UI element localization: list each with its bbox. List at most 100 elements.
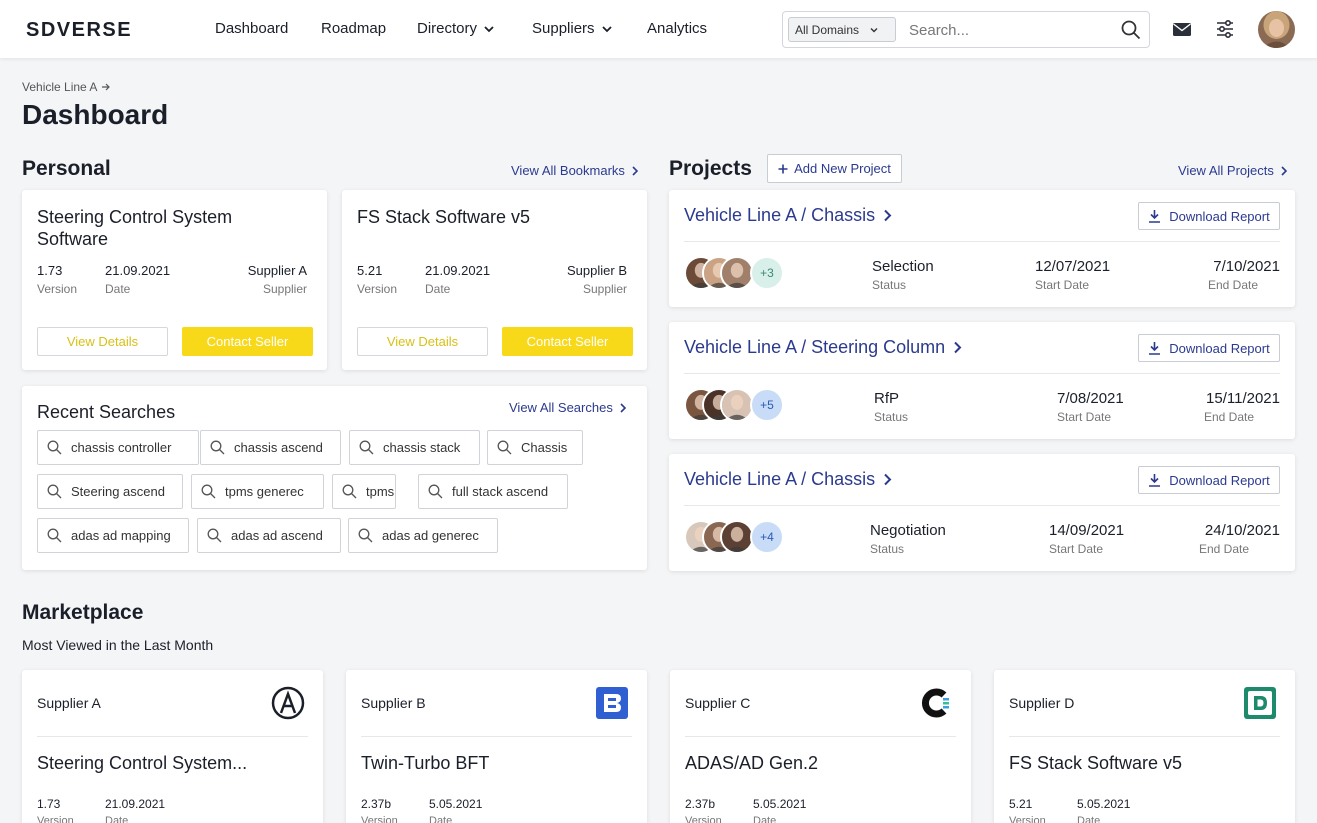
recent-search-chip[interactable]: chassis controller — [37, 430, 199, 465]
recent-search-label: chassis stack — [383, 440, 461, 455]
user-avatar[interactable] — [1258, 11, 1295, 48]
bookmark-date-label: Date — [105, 282, 131, 296]
project-title-link[interactable]: Vehicle Line A / Chassis — [684, 469, 892, 490]
more-members-badge[interactable]: +3 — [750, 256, 784, 290]
search-icon[interactable] — [1121, 20, 1141, 40]
recent-searches-title: Recent Searches — [37, 402, 176, 422]
member-avatar[interactable] — [720, 388, 754, 422]
chevron-right-icon — [884, 209, 892, 222]
search-icon — [207, 528, 222, 543]
more-members-badge[interactable]: +5 — [750, 388, 784, 422]
view-all-projects-link[interactable]: View All Projects — [1178, 163, 1288, 178]
recent-search-chip[interactable]: chassis stack — [349, 430, 480, 465]
view-details-button[interactable]: View Details — [357, 327, 488, 356]
settings-sliders-icon[interactable] — [1214, 18, 1236, 40]
bookmark-card: FS Stack Software v5 5.21 Version 21.09.… — [342, 190, 647, 370]
marketplace-card[interactable]: Supplier B Twin-Turbo BFT 2.37b Version 5.05… — [346, 670, 647, 823]
project-card: Vehicle Line A / Chassis Download Report +… — [669, 190, 1295, 307]
recent-search-chip[interactable]: tpms generec — [191, 474, 324, 509]
marketplace-card[interactable]: Supplier C ADAS/AD Gen.2 2.37b Version 5.05.… — [670, 670, 971, 823]
search-icon — [210, 440, 225, 455]
sdverse-logo[interactable]: SDVERSE — [26, 19, 171, 39]
marketplace-product-name: Twin-Turbo BFT — [361, 753, 490, 773]
member-avatar[interactable] — [720, 256, 754, 290]
domain-select-value: All Domains — [795, 22, 860, 37]
nav-roadmap[interactable]: Roadmap — [321, 20, 386, 37]
project-title: Vehicle Line A / Chassis — [684, 469, 876, 489]
recent-search-chip[interactable]: tpms — [332, 474, 396, 509]
nav-suppliers[interactable]: Suppliers — [532, 20, 613, 37]
add-new-project-label: Add New Project — [794, 161, 891, 176]
recent-search-chip[interactable]: adas ad ascend — [197, 518, 341, 553]
recent-search-label: Steering ascend — [71, 484, 165, 499]
project-start-date: 7/08/2021 — [1057, 390, 1124, 407]
supplier-b-logo — [596, 687, 628, 719]
mail-icon[interactable] — [1171, 18, 1193, 40]
view-all-bookmarks-link[interactable]: View All Bookmarks — [511, 163, 639, 178]
breadcrumb[interactable]: Vehicle Line A — [22, 80, 111, 94]
marketplace-date-label: Date — [105, 815, 129, 823]
download-report-label: Download Report — [1169, 472, 1270, 488]
project-card: Vehicle Line A / Chassis Download Report +… — [669, 454, 1295, 571]
recent-search-chip[interactable]: Steering ascend — [37, 474, 183, 509]
project-end-date: 24/10/2021 — [1204, 522, 1280, 539]
marketplace-subtitle: Most Viewed in the Last Month — [22, 637, 214, 653]
marketplace-date-label: Date — [1077, 815, 1101, 823]
nav-dashboard[interactable]: Dashboard — [215, 20, 288, 37]
search-icon — [428, 484, 443, 499]
divider — [684, 373, 1280, 374]
bookmark-title: FS Stack Software v5 — [357, 207, 531, 227]
contact-seller-button[interactable]: Contact Seller — [502, 327, 633, 356]
recent-search-chip[interactable]: Chassis — [487, 430, 583, 465]
domain-select[interactable]: All Domains — [788, 17, 896, 42]
bookmark-version: 5.21 — [357, 263, 383, 278]
recent-search-label: tpms generec — [225, 484, 304, 499]
bookmark-supplier: Supplier B — [567, 263, 627, 278]
recent-search-label: adas ad ascend — [231, 528, 323, 543]
marketplace-card[interactable]: Supplier D FS Stack Software v5 5.21 Versio… — [994, 670, 1295, 823]
divider — [361, 736, 632, 737]
divider — [37, 736, 308, 737]
project-title: Vehicle Line A / Chassis — [684, 205, 876, 225]
marketplace-product-name: FS Stack Software v5 — [1009, 753, 1183, 773]
view-all-searches-link[interactable]: View All Searches — [509, 400, 627, 415]
project-start-date: 14/09/2021 — [1049, 522, 1125, 539]
view-details-button[interactable]: View Details — [37, 327, 168, 356]
nav-analytics[interactable]: Analytics — [647, 20, 707, 37]
search-icon — [47, 440, 62, 455]
marketplace-product-name: ADAS/AD Gen.2 — [685, 753, 819, 773]
nav-analytics-label: Analytics — [647, 20, 708, 37]
project-start-label: Start Date — [1049, 542, 1104, 556]
project-start-date: 12/07/2021 — [1035, 258, 1111, 275]
bookmark-supplier: Supplier A — [247, 263, 307, 278]
recent-search-chip[interactable]: adas ad generec — [348, 518, 498, 553]
bookmark-supplier-label: Supplier — [262, 282, 307, 296]
project-title-link[interactable]: Vehicle Line A / Chassis — [684, 205, 892, 226]
download-report-button[interactable]: Download Report — [1138, 334, 1280, 362]
marketplace-date: 5.05.2021 — [1077, 797, 1131, 811]
project-status-label: Status — [870, 542, 905, 556]
view-all-searches-label: View All Searches — [509, 400, 613, 415]
marketplace-supplier: Supplier A — [37, 695, 101, 711]
marketplace-card[interactable]: Supplier A Steering Control System... 1.73… — [22, 670, 323, 823]
download-report-button[interactable]: Download Report — [1138, 202, 1280, 230]
search-input[interactable] — [909, 18, 1109, 42]
member-avatar[interactable] — [720, 520, 754, 554]
project-end-date: 15/11/2021 — [1206, 390, 1280, 407]
add-new-project-button[interactable]: Add New Project — [767, 154, 902, 183]
marketplace-version: 2.37b — [361, 797, 392, 811]
nav-directory[interactable]: Directory — [417, 20, 495, 37]
recent-search-chip[interactable]: adas ad mapping — [37, 518, 189, 553]
recent-search-label: chassis ascend — [234, 440, 323, 455]
recent-search-chip[interactable]: full stack ascend — [418, 474, 568, 509]
project-card: Vehicle Line A / Steering Column Download… — [669, 322, 1295, 439]
recent-search-chip[interactable]: chassis ascend — [200, 430, 341, 465]
search-icon — [47, 484, 62, 499]
project-members: +3 — [684, 256, 794, 290]
project-title-link[interactable]: Vehicle Line A / Steering Column — [684, 337, 962, 358]
contact-seller-button[interactable]: Contact Seller — [182, 327, 313, 356]
nav-directory-label: Directory — [417, 20, 478, 37]
project-status: Negotiation — [870, 522, 946, 539]
download-report-button[interactable]: Download Report — [1138, 466, 1280, 494]
more-members-badge[interactable]: +4 — [750, 520, 784, 554]
